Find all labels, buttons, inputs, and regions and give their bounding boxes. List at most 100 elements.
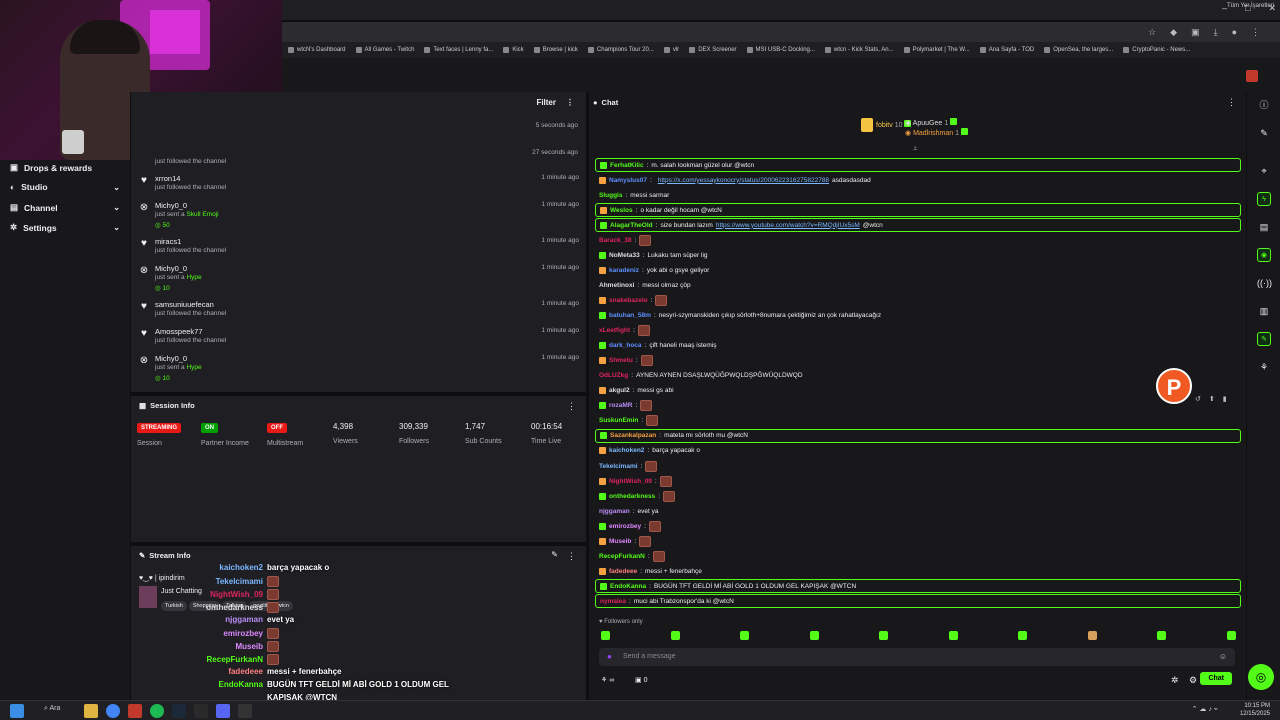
- chat-username[interactable]: AlagarTheOld: [610, 222, 653, 229]
- chat-message[interactable]: nymalea: muci abi Trabzonspor'da ki @wtcN: [595, 594, 1241, 609]
- filter-button[interactable]: Filter: [536, 98, 556, 107]
- bookmark-item[interactable]: DEX Screener: [689, 47, 737, 53]
- chat-icon[interactable]: ◉: [1257, 248, 1271, 262]
- chat-message[interactable]: Barack_38:: [595, 233, 1241, 247]
- chat-message[interactable]: EndoKanna: BUGÜN TFT GELDİ Mİ ABİ GOLD 1 …: [595, 579, 1241, 594]
- quick-emote-icon[interactable]: [670, 631, 680, 640]
- all-bookmarks-link[interactable]: Tüm Yer İşaretleri: [1227, 3, 1274, 9]
- download-icon[interactable]: ⤓: [1214, 27, 1218, 38]
- terminal-icon[interactable]: [194, 704, 208, 718]
- sidebar-item-drops-rewards[interactable]: ▣ Drops & rewards: [10, 162, 120, 173]
- chat-username[interactable]: OdLUZkg: [599, 372, 628, 379]
- chat-username[interactable]: Shmetu: [609, 357, 633, 364]
- chat-username[interactable]: njggaman: [599, 508, 630, 515]
- address-bar[interactable]: ☆ ◆ ▣ ⤓ ● ⋮: [282, 22, 1280, 42]
- quick-emote-icon[interactable]: [1087, 631, 1097, 640]
- pin-message-icon[interactable]: ⬆: [1209, 395, 1215, 403]
- edit-icon[interactable]: ✎: [551, 550, 558, 559]
- chat-username[interactable]: Museib: [609, 538, 631, 545]
- chat-username[interactable]: dark_hoca: [609, 342, 642, 349]
- clock[interactable]: 10:15 PM 12/15/2025: [1240, 702, 1270, 718]
- chat-username[interactable]: RecepFurkanN: [599, 553, 645, 560]
- bookmark-item[interactable]: wtcN's Dashboard: [288, 47, 346, 53]
- chat-username[interactable]: Namyslus07: [609, 177, 647, 184]
- extension-icon[interactable]: ◆: [1170, 27, 1177, 38]
- chat-message[interactable]: NightWish_09:: [595, 474, 1241, 488]
- chat-send-button[interactable]: Chat: [1200, 672, 1232, 685]
- quick-emote-icon[interactable]: [879, 631, 888, 640]
- chat-message[interactable]: NoMeta33: Lukaku tam süper lig: [595, 248, 1241, 262]
- bookmark-item[interactable]: MSI USB-C Docking...: [746, 47, 815, 53]
- bookmark-item[interactable]: Polymarket | The W...: [903, 47, 970, 53]
- chat-username[interactable]: FerhatKilic: [610, 162, 644, 169]
- activity-username[interactable]: Michy0_0: [155, 354, 187, 363]
- server-icon[interactable]: ▥: [1257, 304, 1271, 318]
- bookmark-item[interactable]: Text faces | Lenny fa...: [424, 47, 493, 53]
- chat-input[interactable]: ● Send a message ☺: [599, 648, 1235, 666]
- chat-message[interactable]: emirozbey:: [595, 519, 1241, 533]
- chat-username[interactable]: kaichoken2: [609, 447, 644, 454]
- chat-leader[interactable]: ◉ ApuuGee 1: [905, 118, 958, 127]
- sidebar-item-settings[interactable]: ✲ Settings ⌄: [10, 222, 120, 233]
- chrome-icon[interactable]: [106, 704, 120, 718]
- discord-icon[interactable]: [216, 704, 230, 718]
- chat-message[interactable]: xLeetfight:: [595, 324, 1241, 338]
- lightning-icon[interactable]: ϟ: [1257, 192, 1271, 206]
- profile-icon[interactable]: ●: [1232, 27, 1237, 38]
- chat-message[interactable]: kaichoken2: barça yapacak o: [595, 444, 1241, 458]
- chat-leader[interactable]: fobitv 10: [861, 118, 912, 132]
- activity-menu-icon[interactable]: ⋮: [566, 98, 574, 107]
- settings-gear-icon[interactable]: ✲: [1171, 675, 1179, 686]
- bookmark-item[interactable]: wtcn - Kick Stats, An...: [824, 47, 894, 53]
- chat-message[interactable]: batuhan_58m: nesyri-szymanskiden çıkıp sö…: [595, 309, 1241, 323]
- app-icon[interactable]: [128, 704, 142, 718]
- mic-icon[interactable]: ●: [607, 652, 612, 661]
- bookmark-item[interactable]: CryptoPanic - News...: [1123, 47, 1190, 53]
- obs-icon[interactable]: [238, 704, 252, 718]
- chat-leader[interactable]: ◉ Madlrishman 1: [905, 128, 968, 137]
- delete-icon[interactable]: ▮: [1223, 395, 1227, 403]
- chat-message[interactable]: Shmetu:: [595, 354, 1241, 368]
- chat-username[interactable]: nymalea: [600, 598, 626, 605]
- chat-message[interactable]: Sazankalpazan: mateta mı sörloth mu @wtcN: [595, 428, 1241, 443]
- chat-username[interactable]: karadeniz: [609, 267, 639, 274]
- chat-username[interactable]: NoMeta33: [609, 252, 640, 259]
- chat-message[interactable]: Weslos: o kadar değil hocam @wtcN: [595, 203, 1241, 218]
- chat-message[interactable]: snakebazelo:: [595, 293, 1241, 307]
- bookmark-item[interactable]: Browse | kick: [533, 47, 578, 53]
- quick-emote-icon[interactable]: [948, 631, 958, 640]
- bookmark-item[interactable]: vlr: [663, 47, 679, 53]
- chat-message[interactable]: Museib:: [595, 534, 1241, 548]
- session-menu-icon[interactable]: ⋮: [567, 401, 576, 412]
- chat-username[interactable]: rozaMR: [609, 402, 632, 409]
- quick-emote-icon[interactable]: [809, 631, 819, 640]
- wrench-icon[interactable]: ✎: [1257, 332, 1271, 346]
- activity-username[interactable]: Amosspeek77: [155, 327, 203, 336]
- chat-username[interactable]: Sluggis: [599, 192, 622, 199]
- chat-username[interactable]: Ahmetinoxi: [599, 282, 634, 289]
- user-avatar[interactable]: [1246, 70, 1258, 82]
- steam-icon[interactable]: [172, 704, 186, 718]
- sidebar-item-channel[interactable]: ▤ Channel ⌄: [10, 202, 120, 213]
- pin-icon[interactable]: ⩡: [913, 144, 918, 154]
- quick-emote-icon[interactable]: [740, 631, 749, 640]
- pencil-icon[interactable]: ✎: [1257, 126, 1271, 140]
- chat-username[interactable]: emirozbey: [609, 523, 641, 530]
- community-icon[interactable]: ⚘ ∞: [601, 676, 614, 684]
- chat-username[interactable]: onthedarkness: [609, 493, 655, 500]
- chat-username[interactable]: fadedeee: [609, 568, 637, 575]
- bookmark-item[interactable]: OpenSea, the larges...: [1044, 47, 1113, 53]
- chat-username[interactable]: Tekelcimami: [599, 463, 638, 470]
- chat-message[interactable]: akgul2: messi gs abi: [595, 384, 1241, 398]
- activity-username[interactable]: Michy0_0: [155, 201, 187, 210]
- bookmark-item[interactable]: Ana Sayfa - TOD: [979, 47, 1034, 53]
- stream-info-menu-icon[interactable]: ⋮: [567, 551, 576, 562]
- chat-message[interactable]: rozaMR:: [595, 399, 1241, 413]
- chat-message[interactable]: njggaman: evet ya: [595, 504, 1241, 518]
- chat-username[interactable]: xLeetfight: [599, 327, 630, 334]
- chat-message[interactable]: fadedeee: messi + fenerbahçe: [595, 564, 1241, 578]
- reply-icon[interactable]: ↺: [1195, 395, 1201, 403]
- activity-username[interactable]: samsuniuuefecan: [155, 300, 214, 309]
- chat-message[interactable]: Namyslus07: https://x.com/yessaykonocry/s…: [595, 173, 1241, 187]
- activity-username[interactable]: xrron14: [155, 174, 180, 183]
